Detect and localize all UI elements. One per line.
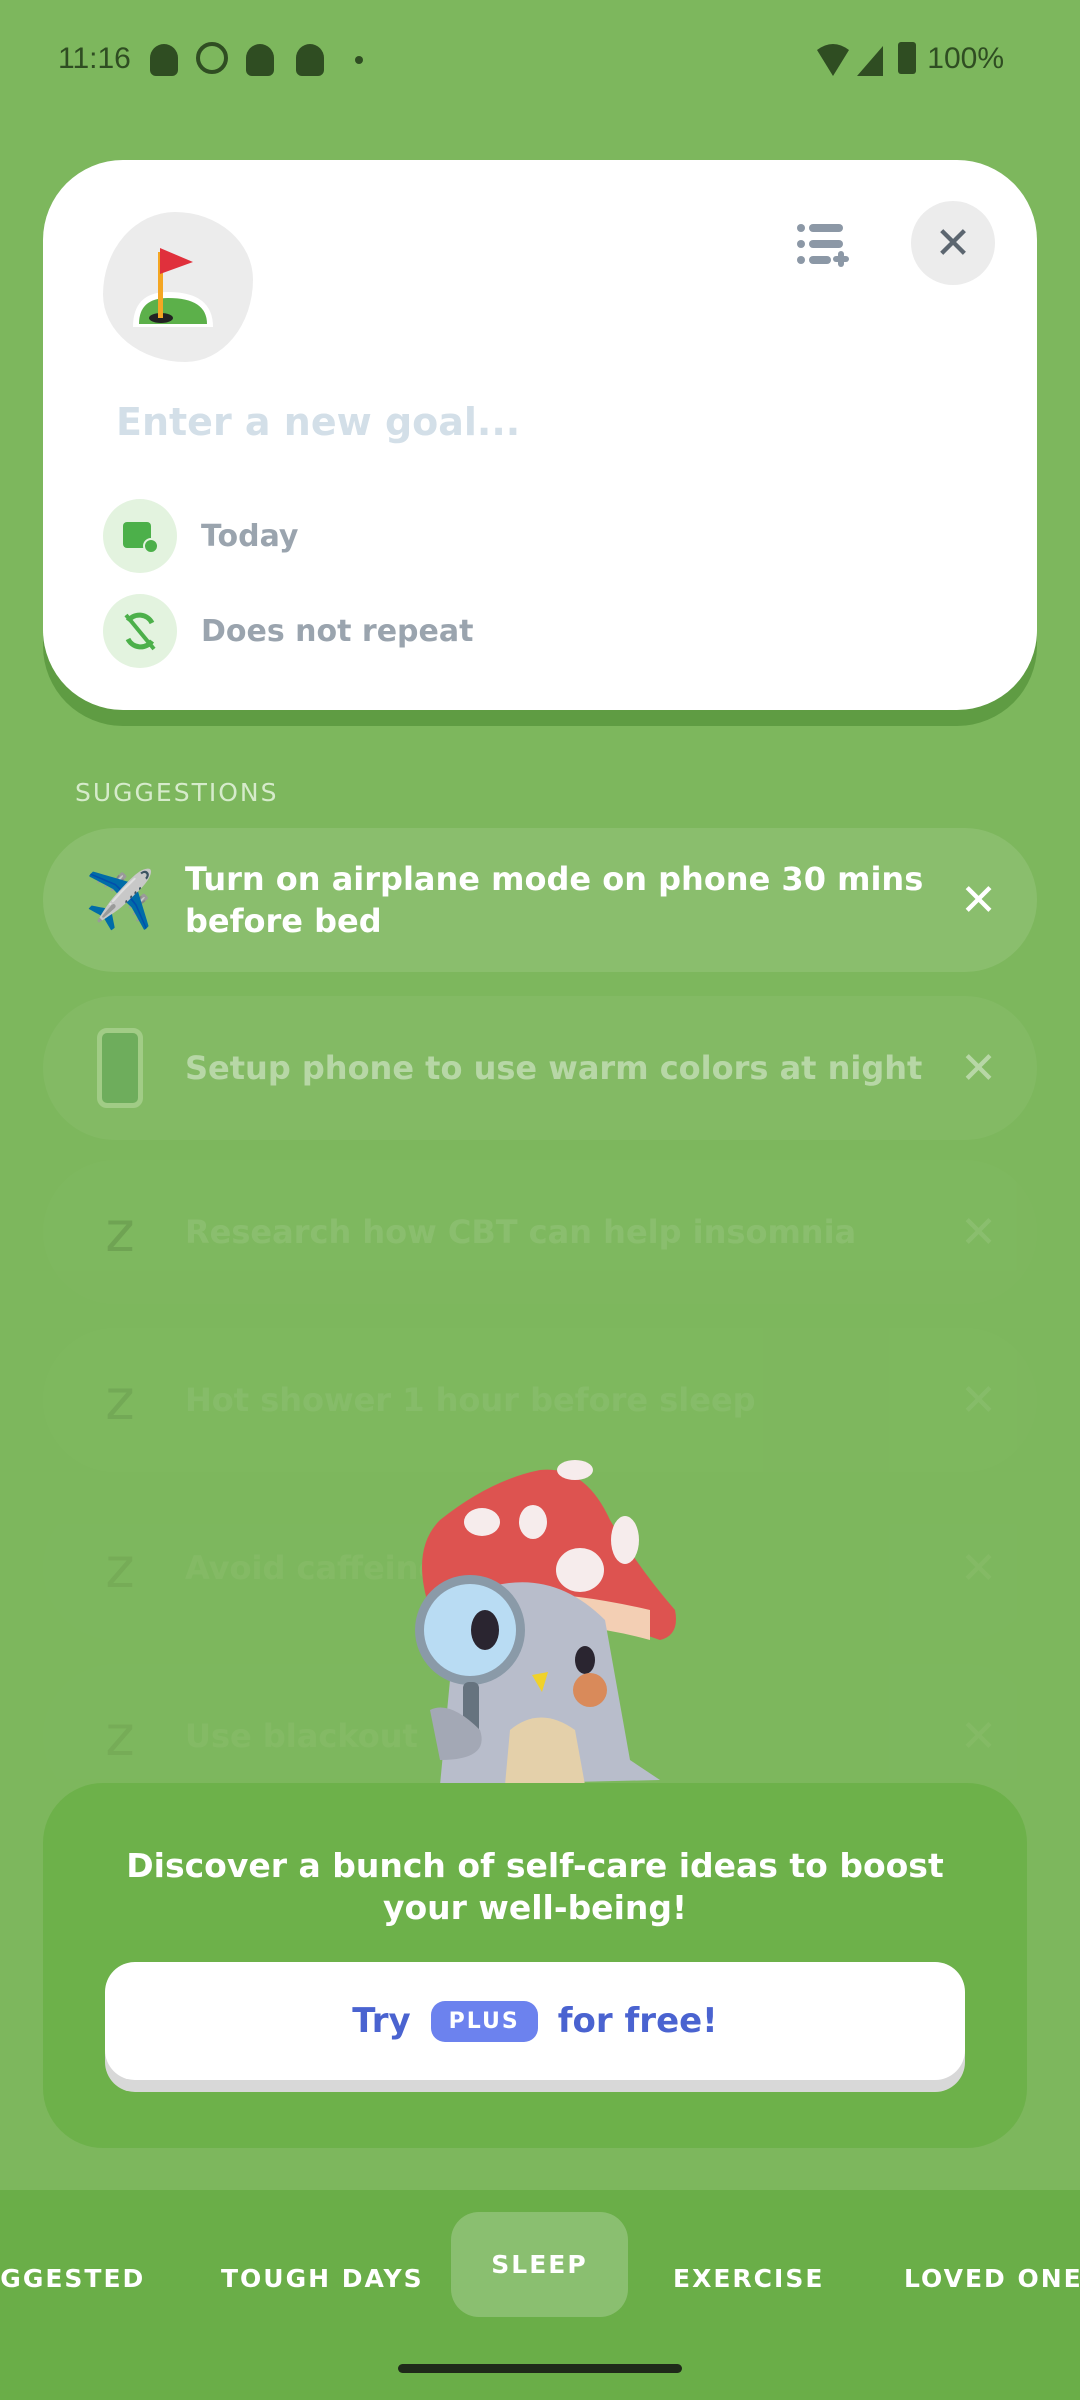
plus-badge: PLUS [430, 2000, 538, 2042]
airplane-icon: ✈️ [85, 868, 155, 933]
plus-promo-card: Discover a bunch of self-care ideas to b… [43, 1783, 1027, 2148]
status-time: 11:16 [58, 42, 131, 75]
goal-icon-picker[interactable] [103, 212, 253, 362]
tab-loved-ones[interactable]: LOVED ONES [904, 2264, 1080, 2293]
dot-icon [355, 56, 363, 64]
suggestion-label: Hot shower 1 hour before sleep [185, 1381, 756, 1419]
dismiss-icon[interactable]: ✕ [960, 1207, 997, 1258]
date-option[interactable]: Today [103, 499, 298, 573]
calendar-clock-icon [103, 499, 177, 573]
tab-suggested[interactable]: SUGGESTED [0, 2264, 145, 2293]
home-indicator[interactable] [398, 2364, 682, 2373]
date-label: Today [201, 518, 299, 554]
dismiss-icon[interactable]: ✕ [960, 1375, 997, 1426]
repeat-label: Does not repeat [201, 613, 474, 649]
tab-tough-days[interactable]: TOUGH DAYS [221, 2264, 424, 2293]
list-add-icon [797, 224, 849, 267]
mascot-mushroom-bird-illustration [415, 1460, 676, 1785]
snapchat-icon [246, 44, 274, 76]
shower-icon: z [105, 1367, 135, 1433]
suggestion-item[interactable]: z Hot shower 1 hour before sleep ✕ [43, 1328, 1037, 1472]
suggestion-item[interactable]: z Research how CBT can help insomnia ✕ [43, 1160, 1037, 1304]
goal-input[interactable] [116, 400, 916, 444]
suggestion-label: Research how CBT can help insomnia [185, 1213, 857, 1251]
whatsapp-icon [196, 42, 228, 74]
snapchat-icon [150, 44, 178, 76]
repeat-option[interactable]: Does not repeat [103, 594, 473, 668]
try-plus-button[interactable]: Try PLUS for free! [105, 1962, 965, 2080]
close-button[interactable]: ✕ [911, 201, 995, 285]
new-goal-card: ✕ Today Does not repeat [43, 160, 1037, 710]
button-prefix: Try [352, 2001, 411, 2041]
suggestions-heading: SUGGESTIONS [75, 778, 279, 807]
close-icon: ✕ [934, 217, 972, 269]
tab-sleep[interactable]: SLEEP [451, 2212, 628, 2317]
promo-message: Discover a bunch of self-care ideas to b… [126, 1846, 944, 1927]
battery-icon [898, 42, 916, 74]
battery-percent: 100% [927, 42, 1004, 75]
phone-icon [75, 1023, 165, 1113]
golf-flag-icon [133, 248, 213, 327]
dismiss-icon[interactable]: ✕ [960, 1043, 997, 1094]
sleep-icon: z [105, 1703, 135, 1769]
tab-exercise[interactable]: EXERCISE [673, 2264, 824, 2293]
goal-list-add-button[interactable] [795, 220, 855, 270]
suggestion-label: Setup phone to use warm colors at night [185, 1049, 923, 1087]
snapchat-icon [296, 44, 324, 76]
wifi-signal-icon [817, 44, 883, 76]
dismiss-icon[interactable]: ✕ [960, 1711, 997, 1762]
dismiss-icon[interactable]: ✕ [960, 1543, 997, 1594]
status-bar: 11:16 100% [0, 38, 1080, 82]
sleep-icon: z [105, 1199, 135, 1265]
dismiss-icon[interactable]: ✕ [960, 875, 997, 926]
suggestion-item[interactable]: ✈️ Turn on airplane mode on phone 30 min… [43, 828, 1037, 972]
no-repeat-icon [103, 594, 177, 668]
suggestion-label: Turn on airplane mode on phone 30 mins b… [185, 860, 924, 940]
button-suffix: for free! [557, 2001, 718, 2041]
suggestion-item[interactable]: Setup phone to use warm colors at night … [43, 996, 1037, 1140]
sleep-icon: z [105, 1535, 135, 1601]
